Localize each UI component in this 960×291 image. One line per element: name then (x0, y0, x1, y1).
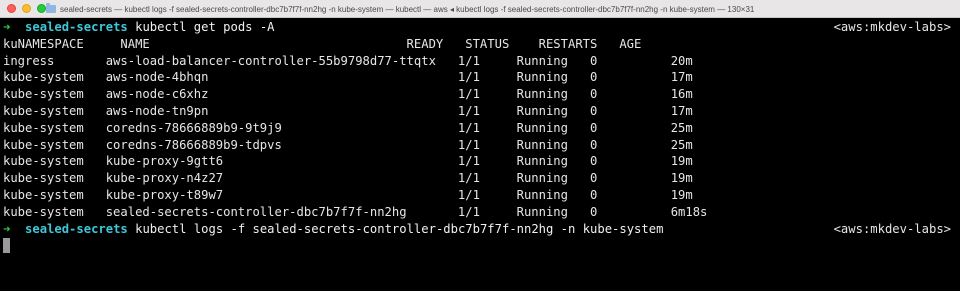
command-text: kubectl logs -f sealed-secrets-controlle… (135, 221, 664, 236)
text-cursor[interactable] (3, 238, 10, 254)
window-title: sealed-secrets — kubectl logs -f sealed-… (46, 0, 952, 18)
table-row: kube-system kube-proxy-n4z27 1/1 Running… (3, 171, 693, 186)
table-row: kube-system aws-node-tn9pn 1/1 Running 0… (3, 103, 693, 118)
close-button[interactable] (7, 4, 16, 13)
title-bar[interactable]: sealed-secrets — kubectl logs -f sealed-… (0, 0, 960, 18)
zoom-button[interactable] (37, 4, 46, 13)
window-title-text: sealed-secrets — kubectl logs -f sealed-… (60, 4, 755, 14)
minimize-button[interactable] (22, 4, 31, 13)
prompt-arrow-icon: ➜ (3, 20, 11, 34)
table-row: kube-system kube-proxy-t89w7 1/1 Running… (3, 187, 693, 202)
prompt-line: ➜ sealed-secrets kubectl logs -f sealed-… (3, 221, 957, 238)
table-row: kube-system aws-node-c6xhz 1/1 Running 0… (3, 87, 693, 102)
prompt-directory: sealed-secrets (25, 221, 128, 236)
table-row: kube-system coredns-78666889b9-9t9j9 1/1… (3, 120, 693, 135)
table-row: kube-system sealed-secrets-controller-db… (3, 204, 708, 219)
command-text: kubectl get pods -A (135, 20, 275, 34)
kube-context: <aws:mkdev-labs> (833, 221, 951, 236)
terminal-content[interactable]: ➜ sealed-secrets kubectl get pods -A <aws… (0, 19, 960, 291)
table-row: kube-system kube-proxy-9gtt6 1/1 Running… (3, 154, 693, 169)
table-row: kube-system coredns-78666889b9-tdpvs 1/1… (3, 137, 693, 152)
table-row: ingress aws-load-balancer-controller-55b… (3, 53, 693, 68)
prompt-directory: sealed-secrets (25, 20, 128, 34)
prompt-line: ➜ sealed-secrets kubectl get pods -A <aws… (3, 19, 957, 36)
terminal-window: sealed-secrets — kubectl logs -f sealed-… (0, 0, 960, 291)
prompt-arrow-icon: ➜ (3, 221, 11, 236)
cursor-line (3, 237, 957, 254)
table-row: kube-system aws-node-4bhqn 1/1 Running 0… (3, 70, 693, 85)
window-controls (0, 4, 46, 13)
kube-context: <aws:mkdev-labs> (833, 20, 951, 34)
table-header: kuNAMESPACE NAME READY STATUS RESTARTS A… (3, 36, 642, 51)
folder-icon (46, 3, 56, 13)
